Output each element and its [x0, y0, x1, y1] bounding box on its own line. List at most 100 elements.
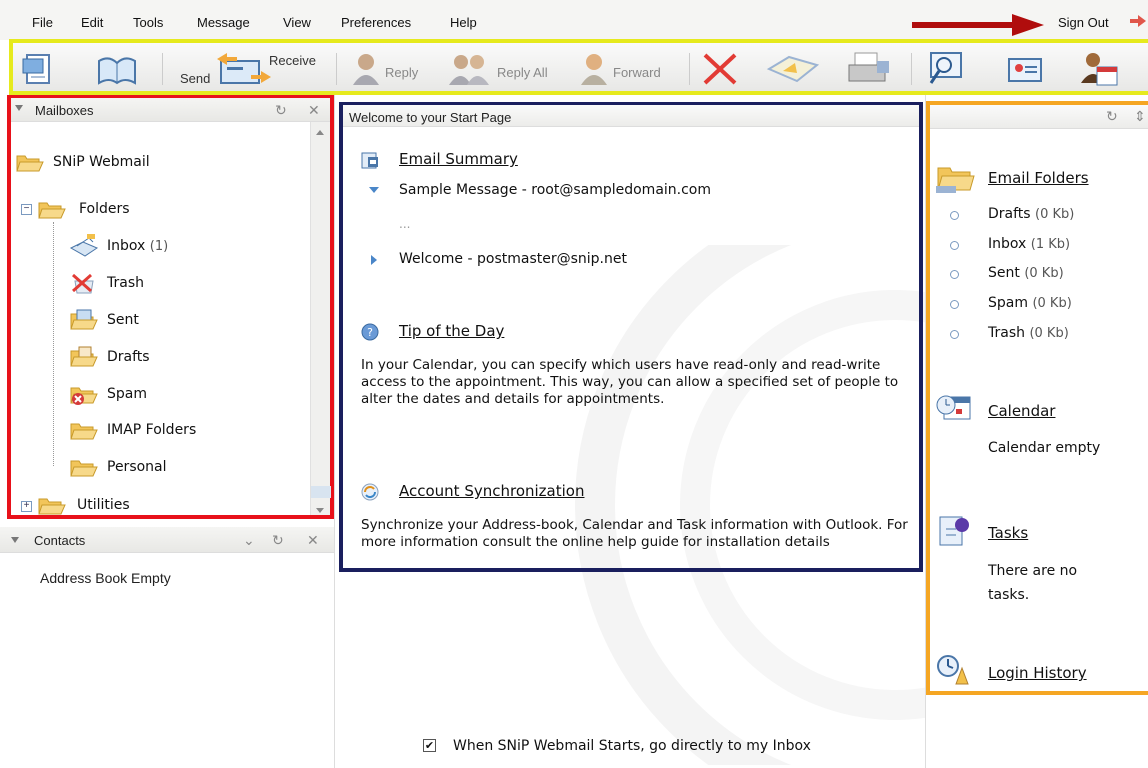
reply-all-button[interactable]: Reply All — [447, 49, 557, 89]
folder-open-icon — [16, 155, 44, 172]
calendar-status: Calendar empty — [988, 440, 1101, 456]
folder-size: (0 Kb) — [1035, 207, 1075, 222]
right-column: ↻ ⇕ Email Folders Drafts (0 Kb) Inbox (1… — [925, 95, 1148, 768]
start-page-panel: Welcome to your Start Page Email Summary… — [339, 102, 923, 572]
summary-message-1[interactable]: Sample Message - root@sampledomain.com — [399, 182, 711, 198]
sign-out-link[interactable]: Sign Out — [1058, 15, 1109, 30]
menu-bar: File Edit Tools Message View Preferences… — [0, 0, 1148, 40]
tasks-status: There are no tasks. — [988, 563, 1078, 603]
mailboxes-scrollbar[interactable] — [310, 122, 331, 515]
email-summary-icon — [361, 152, 378, 169]
folder-size-trash[interactable]: Trash (0 Kb) — [988, 325, 1069, 341]
menu-view[interactable]: View — [283, 15, 311, 30]
spam-icon — [70, 387, 98, 405]
refresh-icon[interactable]: ↻ — [1106, 108, 1118, 125]
forward-button[interactable]: Forward — [579, 49, 679, 89]
search-button[interactable] — [927, 49, 969, 89]
menu-file[interactable]: File — [32, 15, 53, 30]
address-book-button[interactable] — [97, 49, 137, 89]
print-icon — [848, 52, 889, 82]
folder-icon — [38, 498, 66, 515]
toolbar: Send Receive Reply Reply All Forward — [9, 39, 1148, 95]
email-folders-icon — [936, 167, 975, 193]
bullet-icon — [950, 270, 959, 279]
reply-all-label: Reply All — [497, 65, 548, 80]
sidebar-header: ↻ ⇕ — [930, 105, 1148, 129]
tasks-link[interactable]: Tasks — [988, 524, 1028, 542]
menu-tools[interactable]: Tools — [133, 15, 163, 30]
reply-button[interactable]: Reply — [351, 49, 431, 89]
address-book-empty: Address Book Empty — [40, 570, 171, 586]
menu-preferences[interactable]: Preferences — [341, 15, 411, 30]
utilities-expander[interactable]: + — [21, 501, 32, 512]
folder-icon — [70, 460, 98, 477]
scroll-thumb[interactable] — [311, 486, 331, 498]
utilities-label: Utilities — [77, 497, 130, 513]
drafts-icon — [70, 346, 98, 367]
send-label: Send — [180, 71, 211, 86]
chevron-down-icon[interactable]: ⌄ — [243, 532, 255, 549]
spam-label: Spam — [107, 386, 147, 402]
inbox-label: Inbox (1) — [107, 238, 168, 254]
menu-message[interactable]: Message — [197, 15, 250, 30]
reply-label: Reply — [385, 65, 419, 80]
folder-size: (1 Kb) — [1030, 237, 1071, 252]
expanded-arrow-icon[interactable] — [369, 187, 379, 193]
inbox-count: (1) — [149, 239, 169, 254]
summary-message-2[interactable]: Welcome - postmaster@snip.net — [399, 251, 627, 267]
scroll-down-icon[interactable] — [316, 508, 324, 513]
trash-label: Trash — [107, 275, 144, 291]
login-history-link[interactable]: Login History — [988, 664, 1087, 682]
tip-of-day-link[interactable]: Tip of the Day — [399, 322, 504, 340]
menu-edit[interactable]: Edit — [81, 15, 103, 30]
left-column: Mailboxes ↻ ✕ SNiP Webmail − Folders Inb… — [0, 95, 334, 768]
folder-size-sent[interactable]: Sent (0 Kb) — [988, 265, 1064, 281]
folder-size-drafts[interactable]: Drafts (0 Kb) — [988, 206, 1074, 222]
menu-help[interactable]: Help — [450, 15, 477, 30]
email-folders-link[interactable]: Email Folders — [988, 169, 1089, 187]
summary-ellipsis: ... — [399, 217, 411, 231]
folders-expander[interactable]: − — [21, 204, 32, 215]
send-receive-button[interactable]: Send Receive — [175, 49, 325, 89]
user-calendar-icon — [1081, 53, 1118, 86]
move-message-icon — [766, 55, 820, 83]
email-summary-link[interactable]: Email Summary — [399, 150, 518, 168]
refresh-icon[interactable]: ↻ — [275, 102, 287, 119]
receive-label: Receive — [269, 53, 316, 68]
delete-button[interactable] — [701, 49, 741, 89]
mailboxes-panel: Mailboxes ↻ ✕ SNiP Webmail − Folders Inb… — [7, 95, 334, 519]
send-receive-icon — [217, 53, 271, 84]
compose-button[interactable] — [21, 49, 61, 89]
forward-label: Forward — [613, 65, 661, 80]
collapsed-arrow-icon[interactable] — [371, 255, 377, 265]
contacts-card-button[interactable] — [1003, 49, 1045, 89]
calendar-admin-button[interactable] — [1077, 49, 1119, 89]
sent-label: Sent — [107, 312, 139, 328]
sign-out-icon[interactable] — [1128, 12, 1148, 30]
delete-icon — [703, 53, 737, 85]
move-button[interactable] — [765, 49, 825, 89]
inbox-name: Inbox — [107, 238, 146, 254]
mailbox-root-label: SNiP Webmail — [53, 154, 150, 170]
collapse-icon[interactable] — [11, 537, 19, 543]
contacts-header: Contacts ⌄ ↻ ✕ — [0, 527, 334, 553]
scroll-up-icon[interactable] — [316, 130, 324, 135]
account-sync-link[interactable]: Account Synchronization — [399, 482, 584, 500]
folder-size-spam[interactable]: Spam (0 Kb) — [988, 295, 1072, 311]
start-page-column: Welcome to your Start Page Email Summary… — [334, 95, 925, 768]
refresh-icon[interactable]: ↻ — [272, 532, 284, 549]
login-history-icon — [937, 655, 969, 685]
close-icon[interactable]: ✕ — [308, 102, 320, 119]
print-button[interactable] — [847, 49, 897, 89]
collapse-icon[interactable] — [15, 105, 23, 111]
tree-line — [53, 222, 54, 466]
startup-checkbox[interactable]: ✔ — [423, 739, 436, 752]
scroll-icon[interactable]: ⇕ — [1134, 108, 1146, 125]
calendar-link[interactable]: Calendar — [988, 402, 1055, 420]
folder-size-inbox[interactable]: Inbox (1 Kb) — [988, 236, 1070, 252]
folder-open-icon — [38, 202, 66, 219]
toolbar-separator — [689, 53, 690, 85]
imap-folders-label: IMAP Folders — [107, 422, 197, 438]
close-icon[interactable]: ✕ — [307, 532, 319, 549]
mailboxes-header: Mailboxes ↻ ✕ — [11, 98, 330, 122]
